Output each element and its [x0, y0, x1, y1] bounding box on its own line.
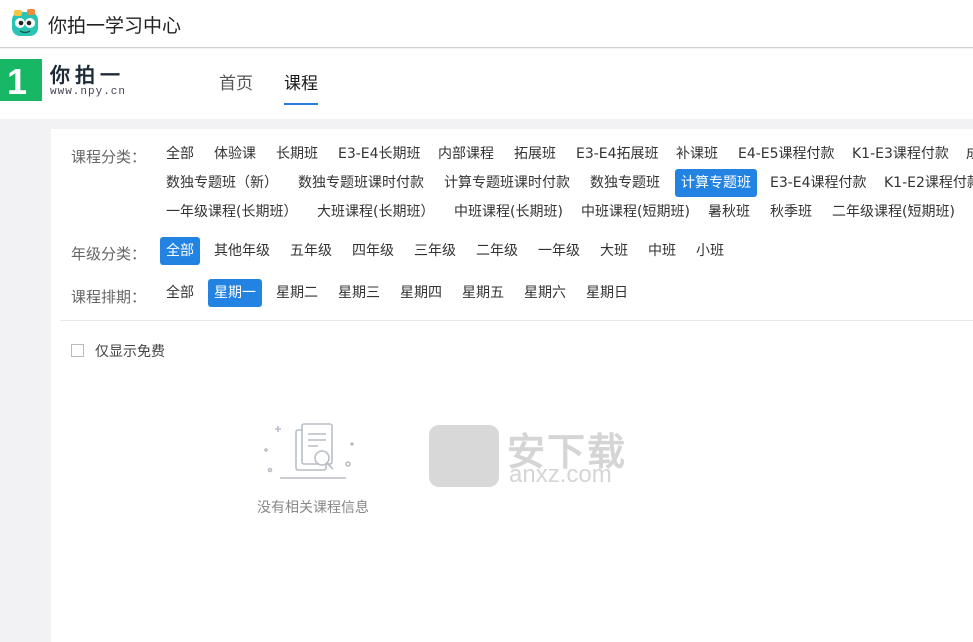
grade-tag[interactable]: 五年级: [284, 237, 338, 265]
empty-document-search-icon: [264, 423, 354, 479]
course-tag[interactable]: 长期班: [270, 140, 324, 168]
course-tag[interactable]: 内部课程: [432, 140, 500, 168]
grade-tag[interactable]: 其他年级: [208, 237, 276, 265]
schedule-tag[interactable]: 星期四: [394, 279, 448, 307]
course-filter-panel: 课程分类： 全部 体验课 长期班 E3-E4长期班 内部课程 拓展班 E3-E4…: [51, 129, 973, 642]
grade-tag[interactable]: 大班: [594, 237, 634, 265]
course-tag-selected[interactable]: 计算专题班: [675, 169, 757, 197]
course-tag[interactable]: E3-E4课程付款: [764, 169, 873, 197]
app-mascot-icon: [12, 9, 38, 36]
window-title: 你拍一学习中心: [48, 15, 182, 37]
grade-tag[interactable]: 四年级: [346, 237, 400, 265]
course-tag[interactable]: 数独专题班课时付款: [292, 169, 430, 197]
course-tag[interactable]: E3-E4长期班: [332, 140, 427, 168]
schedule-tag[interactable]: 星期二: [270, 279, 324, 307]
course-tag[interactable]: 大班课程(长期班）: [311, 198, 440, 226]
course-tag[interactable]: 数独专题班: [584, 169, 666, 197]
nav-courses[interactable]: 课程: [284, 69, 318, 105]
schedule-tag[interactable]: 星期五: [456, 279, 510, 307]
schedule-tag[interactable]: 星期日: [580, 279, 634, 307]
logo-name: 你拍一: [50, 63, 125, 87]
free-only-checkbox[interactable]: [71, 344, 84, 357]
course-tag[interactable]: 计算专题班课时付款: [438, 169, 576, 197]
grade-tag[interactable]: 二年级: [470, 237, 524, 265]
window-title-bar: 你拍一学习中心: [0, 0, 973, 48]
schedule-label: 课程排期：: [71, 288, 147, 306]
logo-badge-digit: 1: [7, 61, 28, 102]
course-tag[interactable]: 秋季班: [764, 198, 818, 226]
watermark-shield-icon: [429, 425, 499, 487]
schedule-tag[interactable]: 星期三: [332, 279, 386, 307]
filter-divider: [60, 320, 973, 321]
course-tag[interactable]: 数独专题班（新）: [160, 169, 284, 197]
course-tag[interactable]: 拓展班: [508, 140, 562, 168]
course-tag[interactable]: 成: [960, 140, 973, 168]
course-category-label: 课程分类：: [71, 148, 147, 166]
free-only-label[interactable]: 仅显示免费: [95, 341, 165, 361]
course-tag[interactable]: 中班课程(长期班): [448, 198, 569, 226]
schedule-tag-selected[interactable]: 星期一: [208, 279, 262, 307]
grade-tag[interactable]: 小班: [690, 237, 730, 265]
course-tag[interactable]: E4-E5课程付款: [732, 140, 841, 168]
course-tag[interactable]: K1-E2课程付款: [878, 169, 973, 197]
logo-badge: 1: [0, 59, 42, 102]
grade-tag[interactable]: 中班: [642, 237, 682, 265]
course-tag[interactable]: 全部: [160, 140, 200, 168]
course-tag[interactable]: K1-E3课程付款: [846, 140, 955, 168]
schedule-tag[interactable]: 星期六: [518, 279, 572, 307]
grade-tag[interactable]: 一年级: [532, 237, 586, 265]
course-tag[interactable]: 暑秋班: [702, 198, 756, 226]
watermark-text-en: anxz.com: [509, 461, 612, 488]
schedule-tag[interactable]: 全部: [160, 279, 200, 307]
grade-category-label: 年级分类：: [71, 245, 147, 263]
course-tag[interactable]: 补课班: [670, 140, 724, 168]
nav-home[interactable]: 首页: [219, 69, 253, 105]
course-tag[interactable]: 体验课: [208, 140, 262, 168]
app-header: 1 你拍一 www.npy.cn 首页 课程: [0, 49, 973, 119]
logo-url: www.npy.cn: [50, 86, 127, 98]
course-tag[interactable]: 一年级课程(长期班）: [160, 198, 303, 226]
empty-state-text: 没有相关课程信息: [257, 500, 369, 516]
site-watermark: 安下载 anxz.com: [429, 425, 649, 495]
grade-tag-selected[interactable]: 全部: [160, 237, 200, 265]
course-tag[interactable]: E3-E4拓展班: [570, 140, 665, 168]
brand-logo[interactable]: 1 你拍一 www.npy.cn: [0, 59, 130, 109]
grade-tag[interactable]: 三年级: [408, 237, 462, 265]
course-tag[interactable]: 中班课程(短期班): [575, 198, 696, 226]
course-tag[interactable]: 二年级课程(短期班): [826, 198, 961, 226]
